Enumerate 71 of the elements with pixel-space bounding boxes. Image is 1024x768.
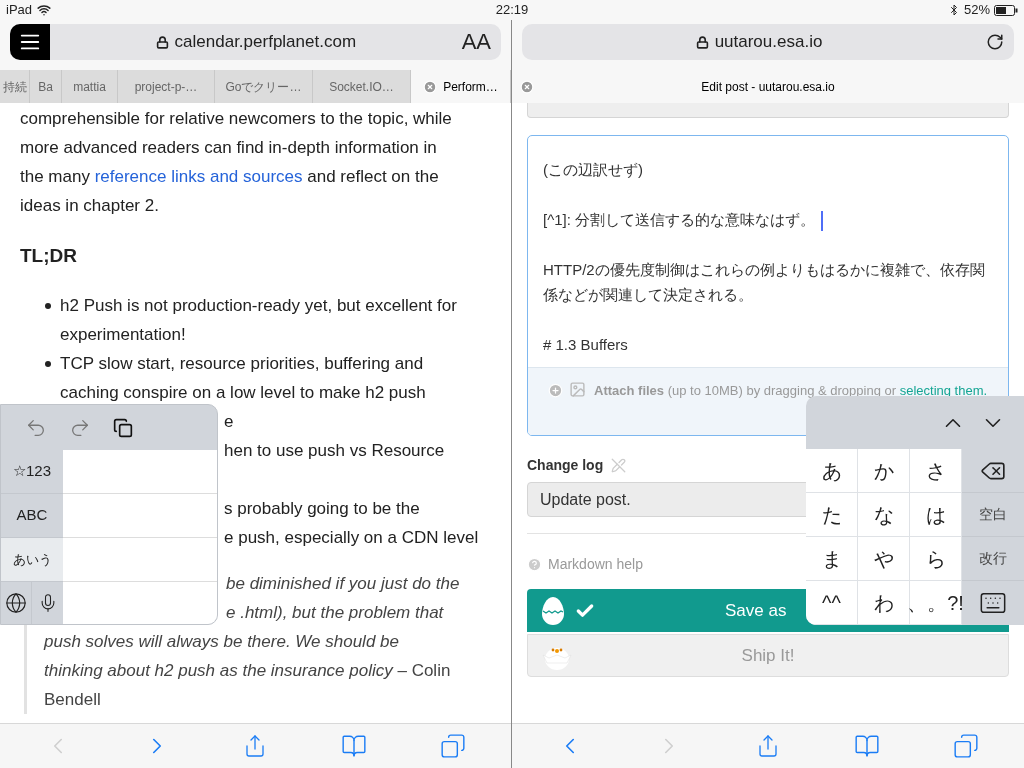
change-log-label: Change log xyxy=(527,455,604,475)
kana-key[interactable]: 、。?! xyxy=(910,581,962,625)
close-tab-icon[interactable] xyxy=(423,79,438,94)
wifi-icon xyxy=(37,3,52,17)
battery-icon xyxy=(994,4,1018,16)
quote-line: Bendell xyxy=(44,689,102,711)
image-icon[interactable] xyxy=(569,381,586,398)
lock-icon xyxy=(695,35,709,49)
browser-tab[interactable]: Perform… xyxy=(411,70,511,103)
reader-button[interactable] xyxy=(10,24,50,60)
list-item-line: h2 Push is not production-ready yet, but excellent for xyxy=(60,295,458,317)
tabs-icon[interactable] xyxy=(953,733,980,759)
title-field[interactable] xyxy=(527,103,1009,118)
address-text: uutarou.esa.io xyxy=(714,31,823,54)
kana-key[interactable]: ^^ xyxy=(806,581,858,625)
body-text-line: more advanced readers can find in-depth information in xyxy=(20,137,438,159)
quote-line: e .html), but the problem that xyxy=(226,602,445,624)
add-icon[interactable] xyxy=(548,383,563,398)
editor-line: [^1]: 分割して送信する的な意味なはず。 xyxy=(543,207,992,232)
list-item-line: caching conspire on a low level to make h2 push xyxy=(60,382,427,404)
list-item-line: experimentation! xyxy=(60,324,187,346)
pen-off-icon[interactable] xyxy=(611,457,627,473)
kana-key[interactable]: ら xyxy=(910,537,962,581)
clock: 22:19 xyxy=(495,1,529,20)
text-size-button[interactable]: AA xyxy=(461,31,491,53)
kana-key[interactable]: あ xyxy=(806,449,858,493)
paste-icon[interactable] xyxy=(113,417,133,438)
bookmarks-icon[interactable] xyxy=(853,733,880,759)
list-item-line: TCP slow start, resource priorities, buffering and xyxy=(60,353,425,375)
list-item-line: e push, especially on a CDN level xyxy=(224,527,480,549)
action-key[interactable]: 改行 xyxy=(962,537,1024,581)
tabs-icon[interactable] xyxy=(440,733,467,759)
device-name: iPad xyxy=(6,1,33,20)
share-icon[interactable] xyxy=(756,734,780,758)
attach-note: (up to 10MB) by dragging & dropping or xyxy=(667,383,898,398)
editor-line: (この辺訳せず) xyxy=(543,160,644,180)
lock-icon xyxy=(155,35,169,49)
body-text-line: comprehensible for relative newcomers to the topic, while xyxy=(20,108,453,130)
body-text-line: ideas in chapter 2. xyxy=(20,195,160,217)
kana-key[interactable]: わ xyxy=(858,581,910,625)
address-text: calendar.perfplanet.com xyxy=(174,31,357,54)
article-link[interactable]: reference links and sources xyxy=(94,167,303,186)
action-key[interactable]: 空白 xyxy=(962,493,1024,537)
attach-label: Attach files xyxy=(594,383,665,398)
globe-icon xyxy=(5,592,27,614)
kana-key[interactable]: な xyxy=(858,493,910,537)
egg-icon xyxy=(541,595,565,626)
list-item-line: s probably going to be the xyxy=(224,498,421,520)
quote-line: be diminished if you just do the xyxy=(226,573,461,595)
close-tab-icon[interactable] xyxy=(520,79,534,94)
help-icon[interactable] xyxy=(527,557,542,572)
reload-icon[interactable] xyxy=(986,33,1004,51)
list-item-line: e xyxy=(224,411,235,433)
address-bar[interactable]: uutarou.esa.io xyxy=(522,24,1014,60)
body-text-line: the many reference links and sources and reflect on the xyxy=(20,166,440,188)
section-heading: TL;DR xyxy=(20,244,78,268)
kana-key[interactable]: は xyxy=(910,493,962,537)
editor-line: # 1.3 Buffers xyxy=(543,335,629,355)
kana-key[interactable]: た xyxy=(806,493,858,537)
list-item-line: hen to use push vs Resource xyxy=(224,440,446,462)
battery-percent: 52% xyxy=(963,1,990,20)
kana-key[interactable]: や xyxy=(858,537,910,581)
quote-line: push solves will always be there. We should be xyxy=(44,631,400,653)
kana-key[interactable]: か xyxy=(858,449,910,493)
keyboard-mode-key[interactable]: あいう xyxy=(1,538,63,582)
editor-line: HTTP/2の優先度制御はこれらの例よりもはるかに複雑で、依存関係などが関連して決定される。 xyxy=(543,260,986,305)
bookmarks-icon[interactable] xyxy=(340,733,367,759)
kana-key[interactable]: さ xyxy=(910,449,962,493)
quote-line: thinking about h2 push as the insurance policy – Colin xyxy=(44,660,452,682)
address-bar[interactable]: calendar.perfplanet.com AA xyxy=(10,24,501,60)
kana-key[interactable]: ま xyxy=(806,537,858,581)
